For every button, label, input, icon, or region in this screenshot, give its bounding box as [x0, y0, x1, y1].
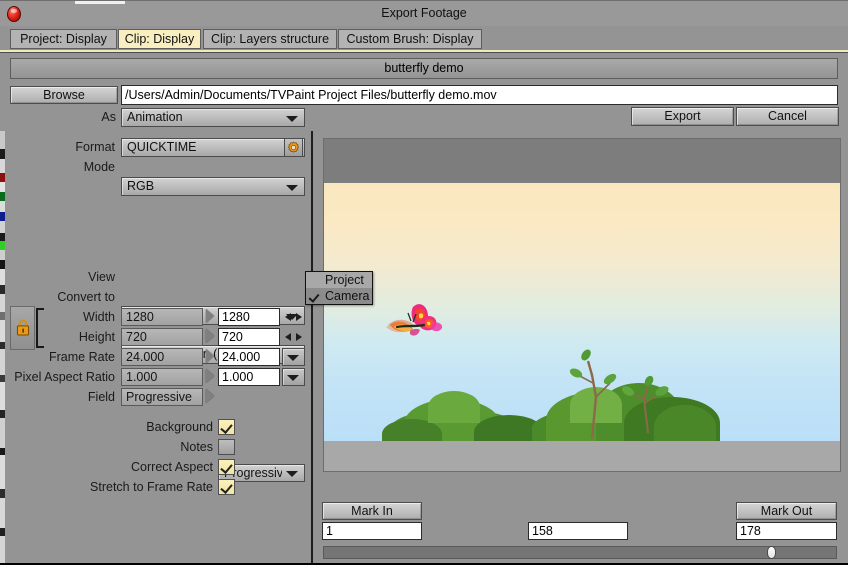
field-transfer-arrow-icon [206, 389, 214, 403]
notes-label: Notes [180, 440, 213, 454]
view-dropdown-menu[interactable]: Project Camera [305, 271, 373, 305]
timeline-slider-handle[interactable] [767, 546, 776, 559]
current-frame-input[interactable]: 158 [528, 522, 628, 540]
format-label: Format [75, 140, 115, 154]
format-value: QUICKTIME [127, 140, 197, 154]
preview-area [315, 131, 848, 565]
pixel-aspect-dropdown-button[interactable] [282, 368, 305, 386]
pixel-aspect-transfer-arrow-icon [206, 369, 214, 383]
chevron-down-icon [287, 375, 299, 381]
pixel-aspect-ratio-label: Pixel Aspect Ratio [14, 370, 115, 384]
mode-label: Mode [83, 160, 115, 174]
title-bar: Export Footage [0, 0, 848, 26]
correct-aspect-checkbox[interactable] [218, 459, 235, 475]
stretch-to-frame-rate-checkbox[interactable] [218, 479, 235, 495]
width-transfer-arrow-icon [206, 309, 214, 323]
mark-in-button[interactable]: Mark In [322, 502, 422, 520]
menu-item-camera[interactable]: Camera [306, 288, 372, 304]
export-path-input[interactable]: /Users/Admin/Documents/TVPaint Project F… [121, 85, 838, 105]
mode-dropdown[interactable]: RGB [121, 177, 305, 196]
browse-button[interactable]: Browse [10, 86, 118, 104]
title-bar-notch [75, 1, 125, 4]
height-transfer-arrow-icon [206, 329, 214, 343]
correct-aspect-label: Correct Aspect [131, 460, 213, 474]
preview-letterbox-top [324, 139, 840, 183]
height-source-value: 720 [121, 328, 203, 346]
mark-out-input[interactable]: 178 [736, 522, 837, 540]
timeline-slider[interactable] [323, 546, 837, 559]
tab-bar: Project: Display Clip: Display Clip: Lay… [0, 27, 848, 52]
field-source-value: Progressive [121, 388, 203, 406]
width-stepper[interactable] [285, 310, 302, 324]
convert-to-label: Convert to [57, 290, 115, 304]
height-label: Height [78, 330, 115, 344]
mark-in-input[interactable]: 1 [322, 522, 422, 540]
mark-out-button[interactable]: Mark Out [736, 502, 837, 520]
as-label: As [101, 110, 116, 124]
chevron-down-icon [286, 471, 298, 477]
width-label: Width [83, 310, 115, 324]
width-source-value: 1280 [121, 308, 203, 326]
preview-letterbox-bottom [324, 441, 840, 471]
frame-rate-transfer-arrow-icon [206, 349, 214, 363]
background-label: Background [146, 420, 213, 434]
as-format-dropdown[interactable]: Animation [121, 108, 305, 127]
format-dropdown[interactable]: QUICKTIME [121, 138, 305, 157]
chevron-down-icon [286, 115, 298, 122]
stretch-to-frame-rate-label: Stretch to Frame Rate [90, 480, 213, 494]
clip-name-display: butterfly demo [10, 58, 838, 79]
height-stepper[interactable] [285, 330, 302, 344]
chevron-down-icon [287, 355, 299, 361]
padlock-icon [16, 319, 30, 336]
aspect-lock-button[interactable] [10, 306, 35, 350]
gear-icon [287, 141, 300, 153]
background-checkbox[interactable] [218, 419, 235, 435]
export-button[interactable]: Export [631, 107, 734, 126]
notes-checkbox[interactable] [218, 439, 235, 455]
format-settings-button[interactable] [284, 138, 303, 157]
tab-clip-display[interactable]: Clip: Display [118, 29, 201, 49]
export-footage-window: Export Footage Project: Display Clip: Di… [0, 0, 848, 565]
field-label: Field [87, 390, 115, 404]
pixel-aspect-input[interactable]: 1.000 [218, 368, 280, 386]
frame-rate-source-value: 24.000 [121, 348, 203, 366]
tab-project-display[interactable]: Project: Display [10, 29, 117, 49]
frame-rate-dropdown-button[interactable] [282, 348, 305, 366]
cancel-button[interactable]: Cancel [736, 107, 839, 126]
mode-value: RGB [127, 179, 155, 193]
tab-clip-layers-structure[interactable]: Clip: Layers structure [203, 29, 337, 49]
tab-custom-brush-display[interactable]: Custom Brush: Display [338, 29, 482, 49]
frame-rate-label: Frame Rate [49, 350, 115, 364]
as-format-value: Animation [127, 110, 183, 124]
menu-item-project[interactable]: Project [306, 272, 372, 288]
pixel-aspect-source-value: 1.000 [121, 368, 203, 386]
butterfly-figure [386, 304, 443, 336]
preview-canvas[interactable] [323, 138, 841, 472]
chevron-down-icon [286, 184, 298, 191]
frame-rate-input[interactable]: 24.000 [218, 348, 280, 366]
width-input[interactable]: 1280 [218, 308, 280, 326]
view-label: View [88, 270, 115, 284]
window-title: Export Footage [381, 6, 467, 20]
twig-sprigs [569, 349, 669, 440]
height-input[interactable]: 720 [218, 328, 280, 346]
